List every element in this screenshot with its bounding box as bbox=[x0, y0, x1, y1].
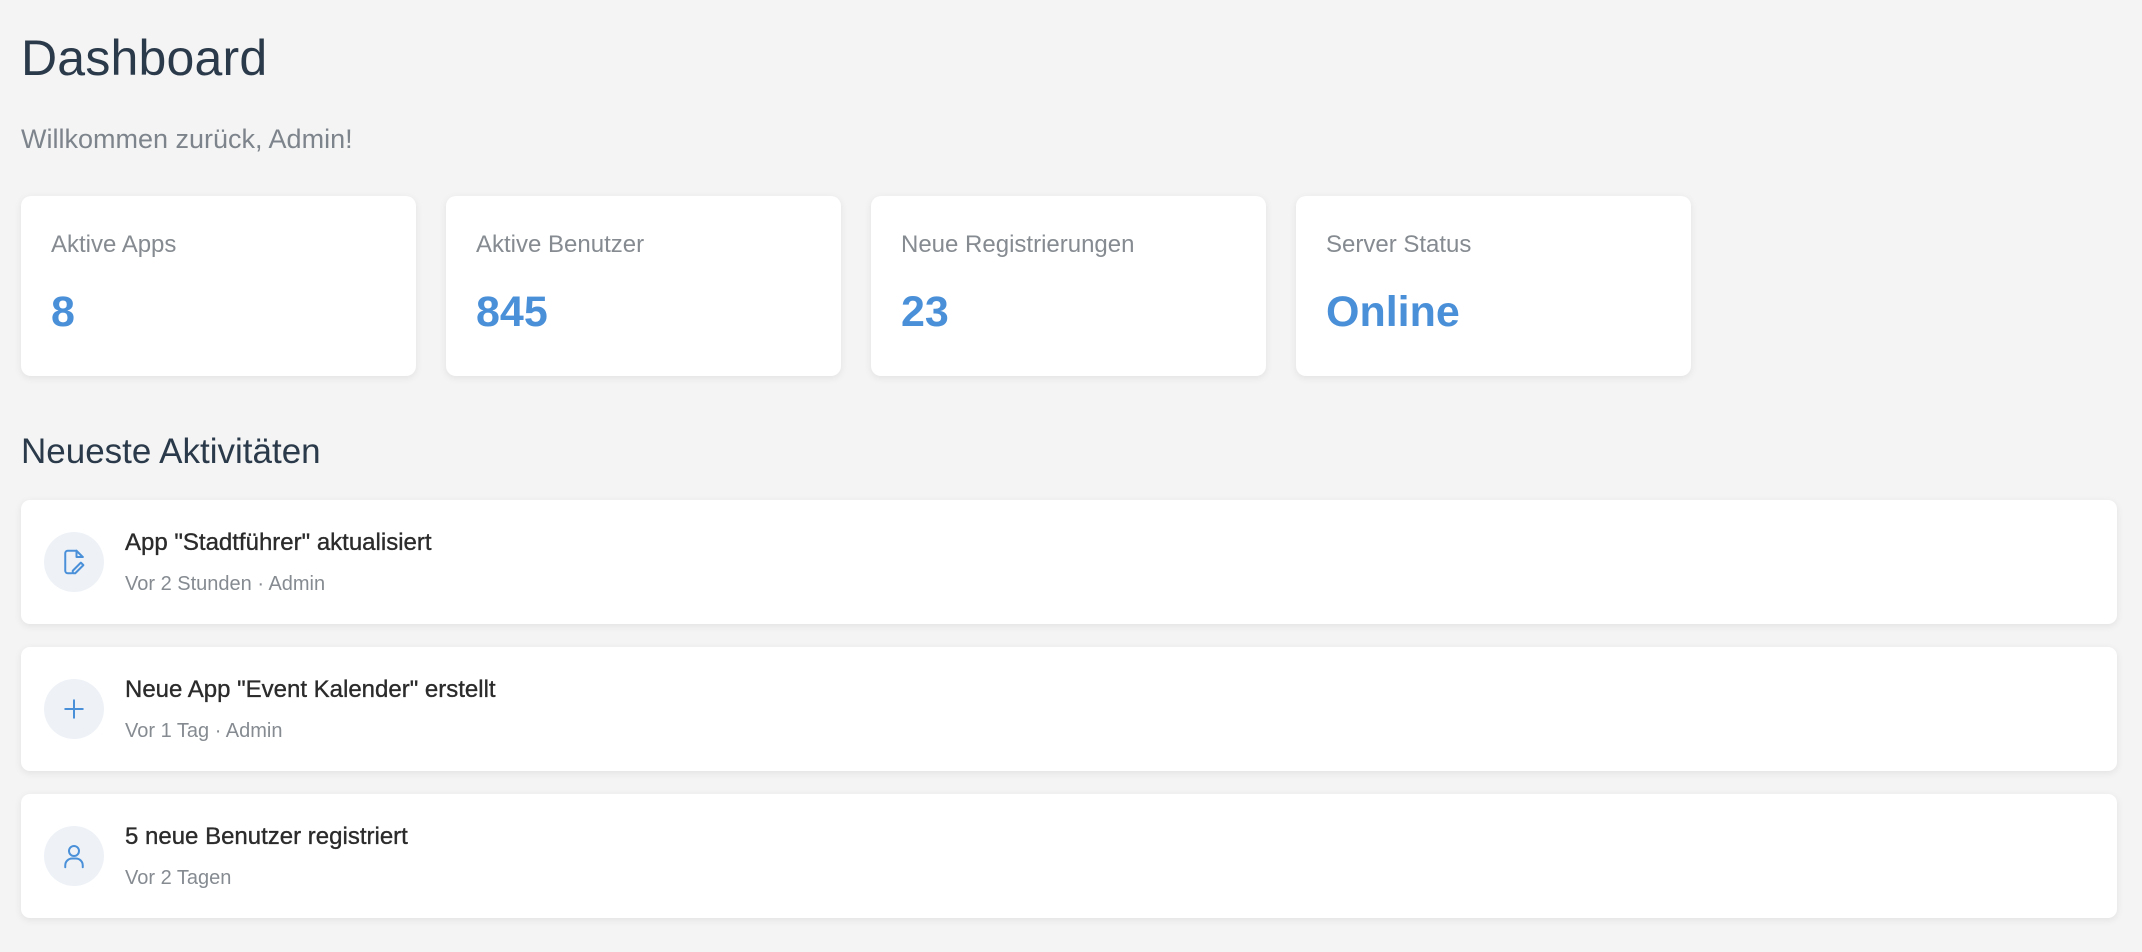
user-icon bbox=[44, 826, 104, 886]
stat-label: Aktive Benutzer bbox=[476, 231, 645, 258]
stat-label: Neue Registrierungen bbox=[901, 231, 1135, 258]
activity-title: App "Stadtführer" aktualisiert bbox=[125, 528, 432, 556]
recent-activities-title: Neueste Aktivitäten bbox=[21, 432, 321, 471]
stat-card-active-users: Aktive Benutzer 845 bbox=[446, 196, 841, 376]
activity-list: App "Stadtführer" aktualisiert Vor 2 Stu… bbox=[21, 500, 2117, 918]
stat-label: Aktive Apps bbox=[51, 231, 177, 258]
activity-item[interactable]: App "Stadtführer" aktualisiert Vor 2 Stu… bbox=[21, 500, 2117, 624]
stat-card-new-registrations: Neue Registrierungen 23 bbox=[871, 196, 1266, 376]
activity-meta: Vor 2 Stunden · Admin bbox=[125, 572, 326, 595]
activity-item[interactable]: Neue App "Event Kalender" erstellt Vor 1… bbox=[21, 647, 2117, 771]
activity-title: 5 neue Benutzer registriert bbox=[125, 822, 408, 850]
plus-icon bbox=[44, 679, 104, 739]
dashboard-page: Dashboard Willkommen zurück, Admin! Akti… bbox=[0, 0, 2142, 952]
file-edit-icon bbox=[44, 532, 104, 592]
stat-value: Online bbox=[1326, 288, 1460, 336]
activity-title: Neue App "Event Kalender" erstellt bbox=[125, 675, 496, 703]
stat-value: 8 bbox=[51, 288, 75, 336]
stat-card-server-status: Server Status Online bbox=[1296, 196, 1691, 376]
activity-meta: Vor 1 Tag · Admin bbox=[125, 719, 283, 742]
stat-value: 23 bbox=[901, 288, 949, 336]
activity-meta: Vor 2 Tagen bbox=[125, 866, 232, 889]
stat-label: Server Status bbox=[1326, 231, 1472, 258]
activity-item[interactable]: 5 neue Benutzer registriert Vor 2 Tagen bbox=[21, 794, 2117, 918]
stat-card-active-apps: Aktive Apps 8 bbox=[21, 196, 416, 376]
welcome-message: Willkommen zurück, Admin! bbox=[21, 124, 353, 154]
stat-value: 845 bbox=[476, 288, 548, 336]
stats-row: Aktive Apps 8 Aktive Benutzer 845 Neue R… bbox=[21, 196, 2121, 376]
page-title: Dashboard bbox=[21, 30, 268, 86]
